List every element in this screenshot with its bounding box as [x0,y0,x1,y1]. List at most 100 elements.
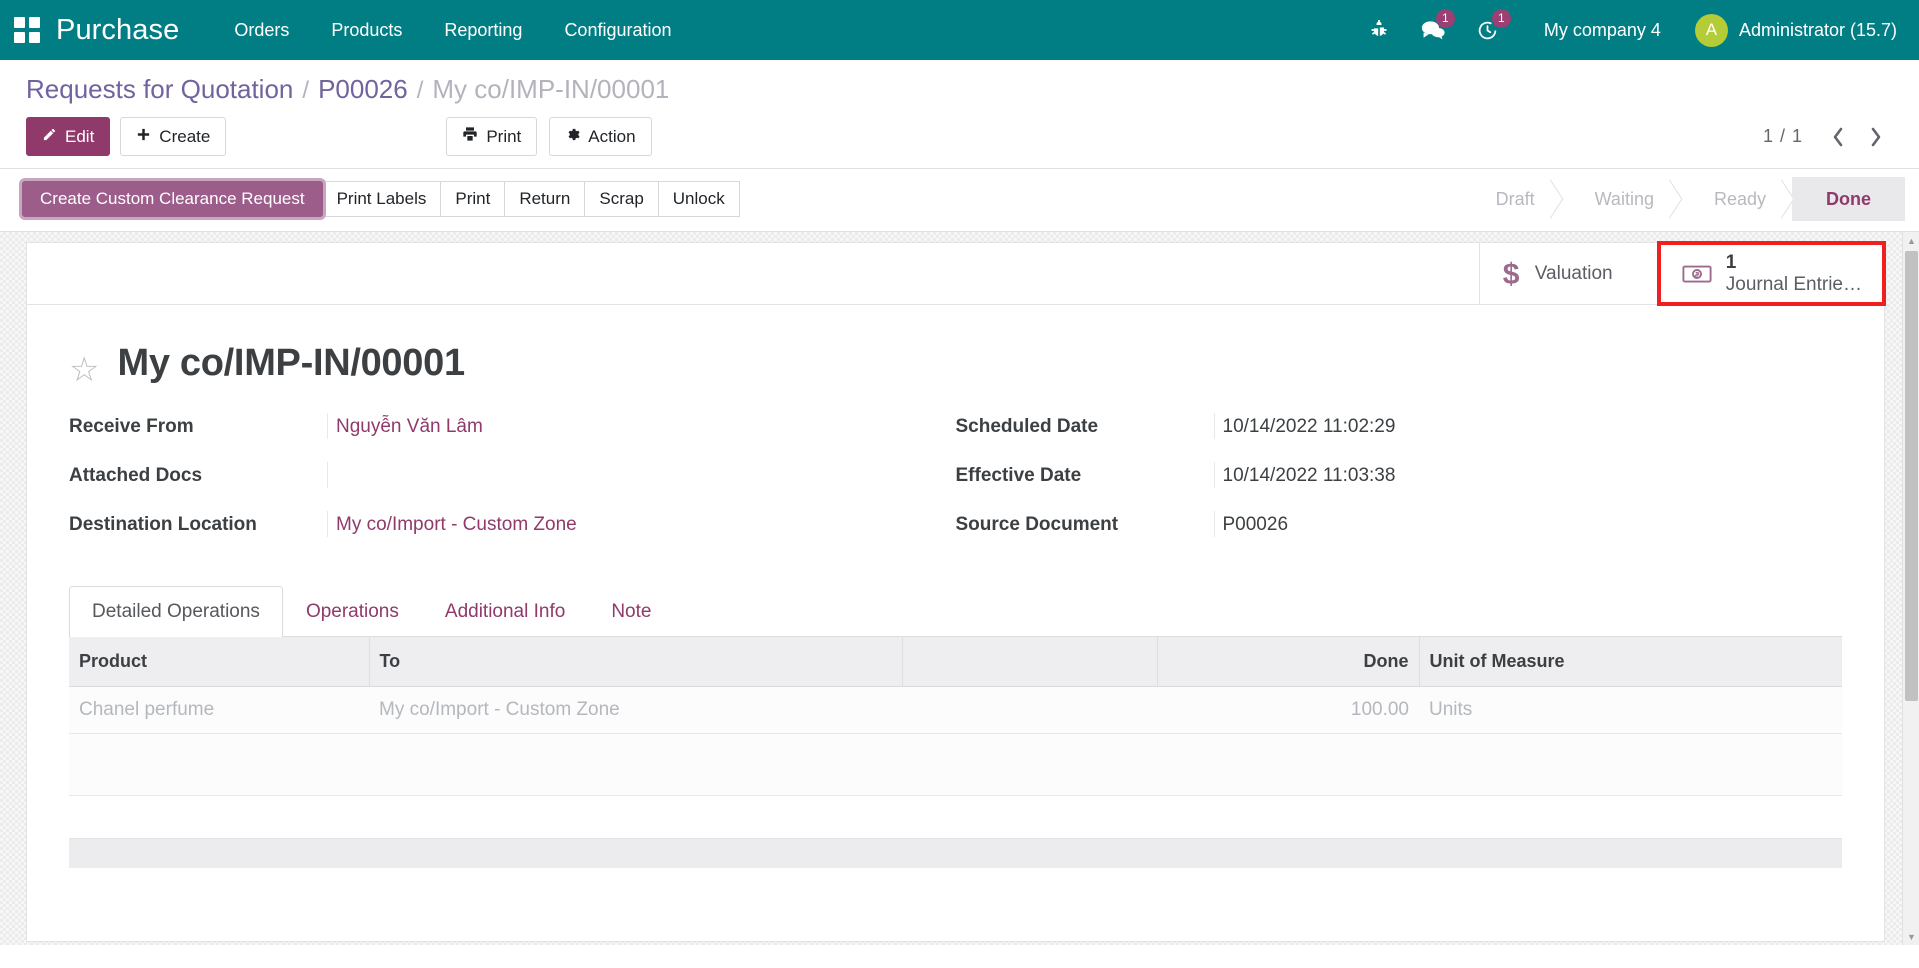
edit-button-label: Edit [65,126,94,147]
field-scheduled-date: Scheduled Date 10/14/2022 11:02:29 [956,413,1813,462]
field-attached-docs: Attached Docs [69,462,926,511]
secondary-buttons: Print Action [446,117,651,156]
field-effective-date-label: Effective Date [956,462,1214,487]
chevron-right-icon[interactable] [1859,121,1893,153]
column-header-unit-of-measure[interactable]: Unit of Measure [1419,637,1842,687]
top-navbar: Purchase Orders Products Reporting Confi… [0,0,1919,60]
apps-grid-cell [29,32,40,43]
smart-button-valuation[interactable]: $ Valuation [1479,243,1659,304]
field-scheduled-date-value[interactable]: 10/14/2022 11:02:29 [1214,413,1813,439]
menu-item-reporting[interactable]: Reporting [423,0,543,60]
bug-icon[interactable] [1353,0,1405,60]
smart-button-journal-entries-text: 1 Journal Entrie… [1726,252,1862,295]
fields-left-column: Receive From Nguyễn Văn Lâm Attached Doc… [69,413,956,560]
breadcrumb-item-p00026[interactable]: P00026 [318,74,408,105]
messages-icon[interactable]: 1 [1405,0,1461,60]
print-labels-button[interactable]: Print Labels [322,181,442,217]
smart-button-journal-entries[interactable]: 1 Journal Entrie… [1659,243,1884,304]
vertical-scrollbar[interactable]: ▲ ▼ [1902,232,1919,945]
activities-clock-icon[interactable]: 1 [1461,0,1514,60]
cell-done[interactable]: 100.00 [1157,687,1419,734]
status-stage-draft[interactable]: Draft [1462,177,1561,221]
form-body: ☆ My co/IMP-IN/00001 Receive From Nguyễn… [27,305,1884,868]
breadcrumb-item-requests-for-quotation[interactable]: Requests for Quotation [26,74,293,105]
action-button[interactable]: Action [549,117,651,156]
breadcrumb: Requests for Quotation / P00026 / My co/… [0,60,1919,111]
table-body: Chanel perfume My co/Import - Custom Zon… [69,687,1842,796]
smart-button-journal-entries-label: Journal Entrie… [1726,274,1862,295]
print-button-statusbar[interactable]: Print [440,181,505,217]
table-header-row: Product To Done Unit of Measure [69,637,1842,687]
page-title: My co/IMP-IN/00001 [117,342,464,385]
create-button-label: Create [159,126,210,147]
field-destination-location-value[interactable]: My co/Import - Custom Zone [327,511,926,537]
user-menu[interactable]: A Administrator (15.7) [1683,14,1901,47]
status-pipeline: Draft Waiting Ready Done [1462,177,1919,221]
navbar-right-area: 1 1 My company 4 A Administrator (15.7) [1353,0,1901,60]
avatar: A [1695,14,1728,47]
app-brand-purchase[interactable]: Purchase [56,14,179,47]
edit-button[interactable]: Edit [26,117,110,156]
table-row[interactable]: Chanel perfume My co/Import - Custom Zon… [69,687,1842,734]
scrap-button[interactable]: Scrap [584,181,658,217]
field-destination-location: Destination Location My co/Import - Cust… [69,511,926,560]
record-title-row: ☆ My co/IMP-IN/00001 [69,339,1842,387]
triangle-down-icon[interactable]: ▼ [1903,928,1919,945]
company-switcher[interactable]: My company 4 [1514,20,1683,41]
field-scheduled-date-label: Scheduled Date [956,413,1214,438]
column-header-to[interactable]: To [369,637,902,687]
action-button-label: Action [588,126,635,147]
content-area: $ Valuation 1 Journal Entrie… [0,232,1919,945]
fields-grid: Receive From Nguyễn Văn Lâm Attached Doc… [69,413,1842,560]
field-receive-from: Receive From Nguyễn Văn Lâm [69,413,926,462]
tab-additional-info[interactable]: Additional Info [422,586,588,637]
menu-item-orders[interactable]: Orders [213,0,310,60]
cell-empty [902,734,1157,796]
breadcrumb-item-current: My co/IMP-IN/00001 [432,74,669,105]
tab-note[interactable]: Note [588,586,674,637]
breadcrumb-separator: / [417,77,424,105]
field-receive-from-value[interactable]: Nguyễn Văn Lâm [327,413,926,439]
control-panel-buttons: Edit Create Print Action 1 / 1 [0,111,1919,168]
user-name-label: Administrator (15.7) [1739,20,1897,41]
statusbar-action-buttons: Create Custom Clearance Request Print La… [22,181,739,217]
field-receive-from-label: Receive From [69,413,327,438]
tab-operations[interactable]: Operations [283,586,422,637]
cell-unit-of-measure[interactable]: Units [1419,687,1842,734]
column-header-done[interactable]: Done [1157,637,1419,687]
chevron-left-icon[interactable] [1821,121,1855,153]
control-panel: Requests for Quotation / P00026 / My co/… [0,60,1919,169]
return-button[interactable]: Return [504,181,585,217]
unlock-button[interactable]: Unlock [658,181,740,217]
menu-item-products[interactable]: Products [310,0,423,60]
menu-item-configuration[interactable]: Configuration [543,0,692,60]
tab-detailed-operations[interactable]: Detailed Operations [69,586,283,637]
apps-grid-icon[interactable] [14,17,40,43]
cell-spacer [902,687,1157,734]
create-custom-clearance-request-button[interactable]: Create Custom Clearance Request [22,181,323,217]
field-source-document-label: Source Document [956,511,1214,536]
statusbar: Create Custom Clearance Request Print La… [0,169,1919,232]
cell-empty [369,734,902,796]
plus-icon [136,126,151,147]
cell-to[interactable]: My co/Import - Custom Zone [369,687,902,734]
printer-icon [462,126,478,147]
star-outline-icon[interactable]: ☆ [69,353,99,387]
gear-icon [565,126,580,147]
field-attached-docs-value[interactable] [327,462,926,488]
cell-product[interactable]: Chanel perfume [69,687,369,734]
table-empty-row [69,734,1842,796]
field-effective-date-value[interactable]: 10/14/2022 11:03:38 [1214,462,1813,488]
cell-empty [69,734,369,796]
notebook-tabs: Detailed Operations Operations Additiona… [69,586,1842,637]
print-button[interactable]: Print [446,117,537,156]
create-button[interactable]: Create [120,117,226,156]
main-menu: Orders Products Reporting Configuration [213,0,692,60]
scrollbar-thumb[interactable] [1905,251,1918,701]
status-stage-waiting[interactable]: Waiting [1561,177,1680,221]
triangle-up-icon[interactable]: ▲ [1903,232,1919,249]
print-button-label: Print [486,126,521,147]
field-source-document: Source Document P00026 [956,511,1813,560]
column-header-product[interactable]: Product [69,637,369,687]
field-source-document-value[interactable]: P00026 [1214,511,1813,537]
